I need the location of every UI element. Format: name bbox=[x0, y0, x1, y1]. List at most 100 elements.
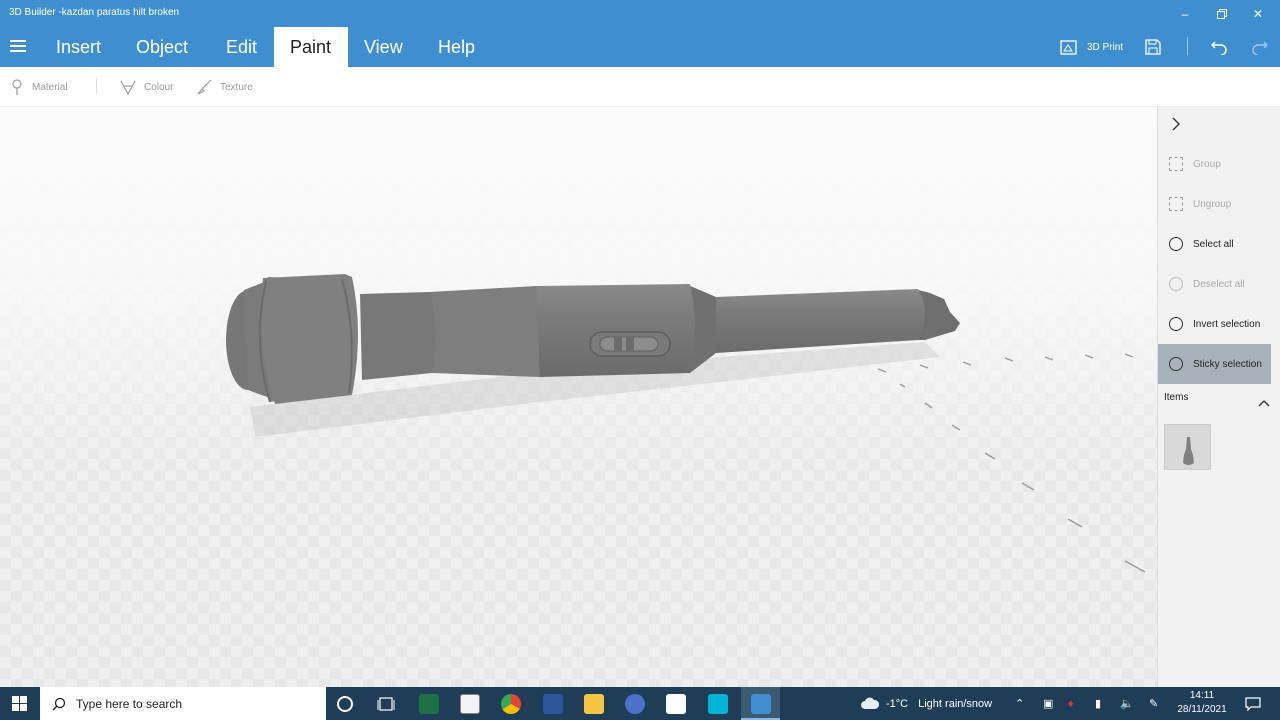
texture-label: Texture bbox=[220, 81, 253, 93]
store-icon[interactable] bbox=[460, 694, 480, 714]
pen-button[interactable]: ✎ bbox=[1149, 687, 1158, 720]
toolbar-divider bbox=[96, 78, 97, 94]
tab-paint[interactable]: Paint bbox=[274, 27, 348, 67]
undo-icon bbox=[1211, 41, 1227, 55]
tab-help[interactable]: Help bbox=[422, 27, 491, 67]
chevron-up-icon bbox=[1258, 400, 1270, 407]
paint-toolbar: Material Colour Texture bbox=[0, 67, 1280, 107]
battery-icon: ▮ bbox=[1095, 698, 1102, 710]
device-icon: ▣ bbox=[1043, 698, 1054, 710]
select-all-label: Select all bbox=[1193, 238, 1234, 250]
title-bar: 3D Builder -kazdan paratus hilt broken –… bbox=[0, 0, 1280, 27]
ungroup-button[interactable]: Ungroup bbox=[1158, 184, 1271, 224]
weather-temp: -1°C bbox=[886, 697, 909, 710]
start-button[interactable] bbox=[12, 696, 27, 716]
window-title: 3D Builder -kazdan paratus hilt broken bbox=[9, 7, 180, 18]
group-icon bbox=[1169, 157, 1183, 171]
minimize-button[interactable]: – bbox=[1167, 0, 1203, 27]
restore-icon bbox=[1217, 8, 1227, 19]
print-label: 3D Print bbox=[1087, 41, 1124, 53]
clock-date: 28/11/2021 bbox=[1177, 704, 1227, 715]
brush-icon bbox=[197, 79, 212, 95]
speaker-icon: 🔈 bbox=[1120, 698, 1134, 710]
close-button[interactable]: ✕ bbox=[1240, 0, 1276, 27]
browser-icon[interactable] bbox=[625, 694, 645, 714]
clock-time: 14:11 bbox=[1189, 690, 1215, 701]
taskbar-search[interactable]: Type here to search bbox=[40, 687, 326, 720]
colour-tool[interactable]: Colour bbox=[120, 79, 173, 95]
menu-bar: Insert Object Edit Paint View Help 3D Pr… bbox=[0, 27, 1280, 67]
material-label: Material bbox=[32, 81, 68, 93]
group-label: Group bbox=[1193, 158, 1221, 170]
3d-builder-taskbar-button[interactable] bbox=[741, 687, 780, 720]
3d-builder-icon bbox=[751, 694, 771, 714]
pen-icon: ✎ bbox=[1149, 698, 1159, 710]
battery-button[interactable]: ▮ bbox=[1095, 687, 1101, 720]
save-icon bbox=[1145, 39, 1161, 55]
deselect-all-button[interactable]: Deselect all bbox=[1158, 264, 1271, 304]
redo-icon bbox=[1252, 41, 1268, 55]
redo-button[interactable] bbox=[1252, 27, 1268, 67]
search-icon bbox=[52, 697, 66, 710]
selection-panel: Group Ungroup Select all Deselect all In… bbox=[1157, 107, 1280, 687]
select-all-button[interactable]: Select all bbox=[1158, 224, 1271, 264]
weather-cloud-icon bbox=[861, 697, 880, 709]
activation-switch bbox=[589, 331, 671, 357]
tab-object[interactable]: Object bbox=[120, 27, 204, 67]
chevron-right-icon bbox=[1172, 117, 1180, 131]
ungroup-icon bbox=[1169, 197, 1183, 211]
collapse-items-button[interactable] bbox=[1258, 394, 1270, 412]
deselect-all-icon bbox=[1169, 277, 1183, 291]
colour-label: Colour bbox=[144, 81, 174, 93]
maximize-button[interactable] bbox=[1204, 0, 1240, 27]
scene bbox=[226, 274, 1146, 573]
tray-icon-2[interactable]: ♦ bbox=[1068, 687, 1074, 720]
notification-icon bbox=[1245, 696, 1261, 711]
task-view-icon[interactable] bbox=[377, 695, 397, 715]
volume-button[interactable]: 🔈 bbox=[1120, 687, 1134, 720]
tab-edit[interactable]: Edit bbox=[210, 27, 273, 67]
app-icon[interactable] bbox=[666, 694, 686, 714]
taskbar: Type here to search -1°C Light rain/snow… bbox=[0, 687, 1280, 720]
group-button[interactable]: Group bbox=[1158, 144, 1271, 184]
hamburger-icon[interactable] bbox=[10, 40, 26, 54]
grid-ruler bbox=[877, 353, 1146, 573]
windows-icon bbox=[12, 696, 27, 711]
minimize-icon: – bbox=[1181, 6, 1189, 21]
clock[interactable]: 14:11 28/11/2021 bbox=[1171, 689, 1233, 717]
tray-icon-1[interactable]: ▣ bbox=[1043, 687, 1053, 720]
texture-tool[interactable]: Texture bbox=[196, 79, 253, 95]
material-icon bbox=[12, 79, 22, 95]
3d-print-icon bbox=[1060, 39, 1077, 55]
item-thumbnail[interactable] bbox=[1164, 424, 1211, 470]
chrome-icon[interactable] bbox=[501, 694, 521, 714]
tab-insert[interactable]: Insert bbox=[40, 27, 117, 67]
print-button[interactable]: 3D Print bbox=[1060, 27, 1123, 67]
weather-widget[interactable]: -1°C Light rain/snow bbox=[860, 687, 992, 720]
security-icon: ♦ bbox=[1068, 697, 1074, 710]
3d-viewport[interactable] bbox=[0, 107, 1157, 687]
file-explorer-icon[interactable] bbox=[584, 694, 604, 714]
search-placeholder: Type here to search bbox=[76, 696, 183, 711]
ungroup-label: Ungroup bbox=[1193, 198, 1232, 210]
word-icon[interactable] bbox=[543, 694, 563, 714]
deselect-all-label: Deselect all bbox=[1193, 278, 1245, 290]
items-header: Items bbox=[1164, 392, 1189, 403]
excel-icon[interactable] bbox=[419, 694, 439, 714]
ccleaner-icon[interactable] bbox=[708, 694, 728, 714]
tab-view[interactable]: View bbox=[348, 27, 419, 67]
material-tool[interactable]: Material bbox=[10, 79, 68, 95]
invert-selection-button[interactable]: Invert selection bbox=[1158, 304, 1271, 344]
cortana-icon[interactable] bbox=[337, 696, 353, 712]
undo-button[interactable] bbox=[1211, 27, 1227, 67]
save-button[interactable] bbox=[1145, 27, 1161, 67]
chevron-up-tray-icon: ⌃ bbox=[1015, 698, 1025, 710]
sticky-selection-button[interactable]: Sticky selection bbox=[1158, 344, 1271, 384]
hilt-thumbnail-icon bbox=[1183, 437, 1194, 465]
show-hidden-icons[interactable]: ⌃ bbox=[1015, 687, 1024, 720]
close-icon: ✕ bbox=[1252, 6, 1264, 21]
notifications-button[interactable] bbox=[1245, 687, 1261, 720]
weather-text: Light rain/snow bbox=[918, 697, 993, 710]
collapse-panel-button[interactable] bbox=[1170, 117, 1182, 136]
sticky-selection-icon bbox=[1169, 357, 1183, 371]
